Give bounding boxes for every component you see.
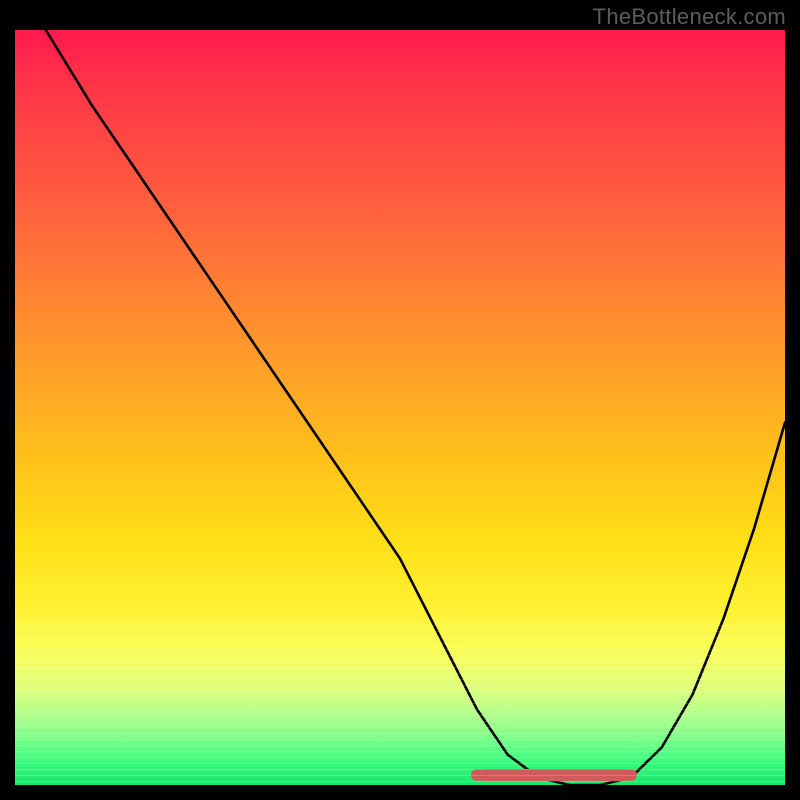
plot-area — [15, 30, 785, 785]
bottleneck-curve — [15, 30, 785, 785]
chart-stage: TheBottleneck.com — [0, 0, 800, 800]
optimum-band-end-dot — [625, 769, 637, 781]
optimum-band-marker — [477, 769, 631, 781]
watermark-text: TheBottleneck.com — [593, 4, 786, 30]
optimum-band-start-dot — [471, 769, 483, 781]
